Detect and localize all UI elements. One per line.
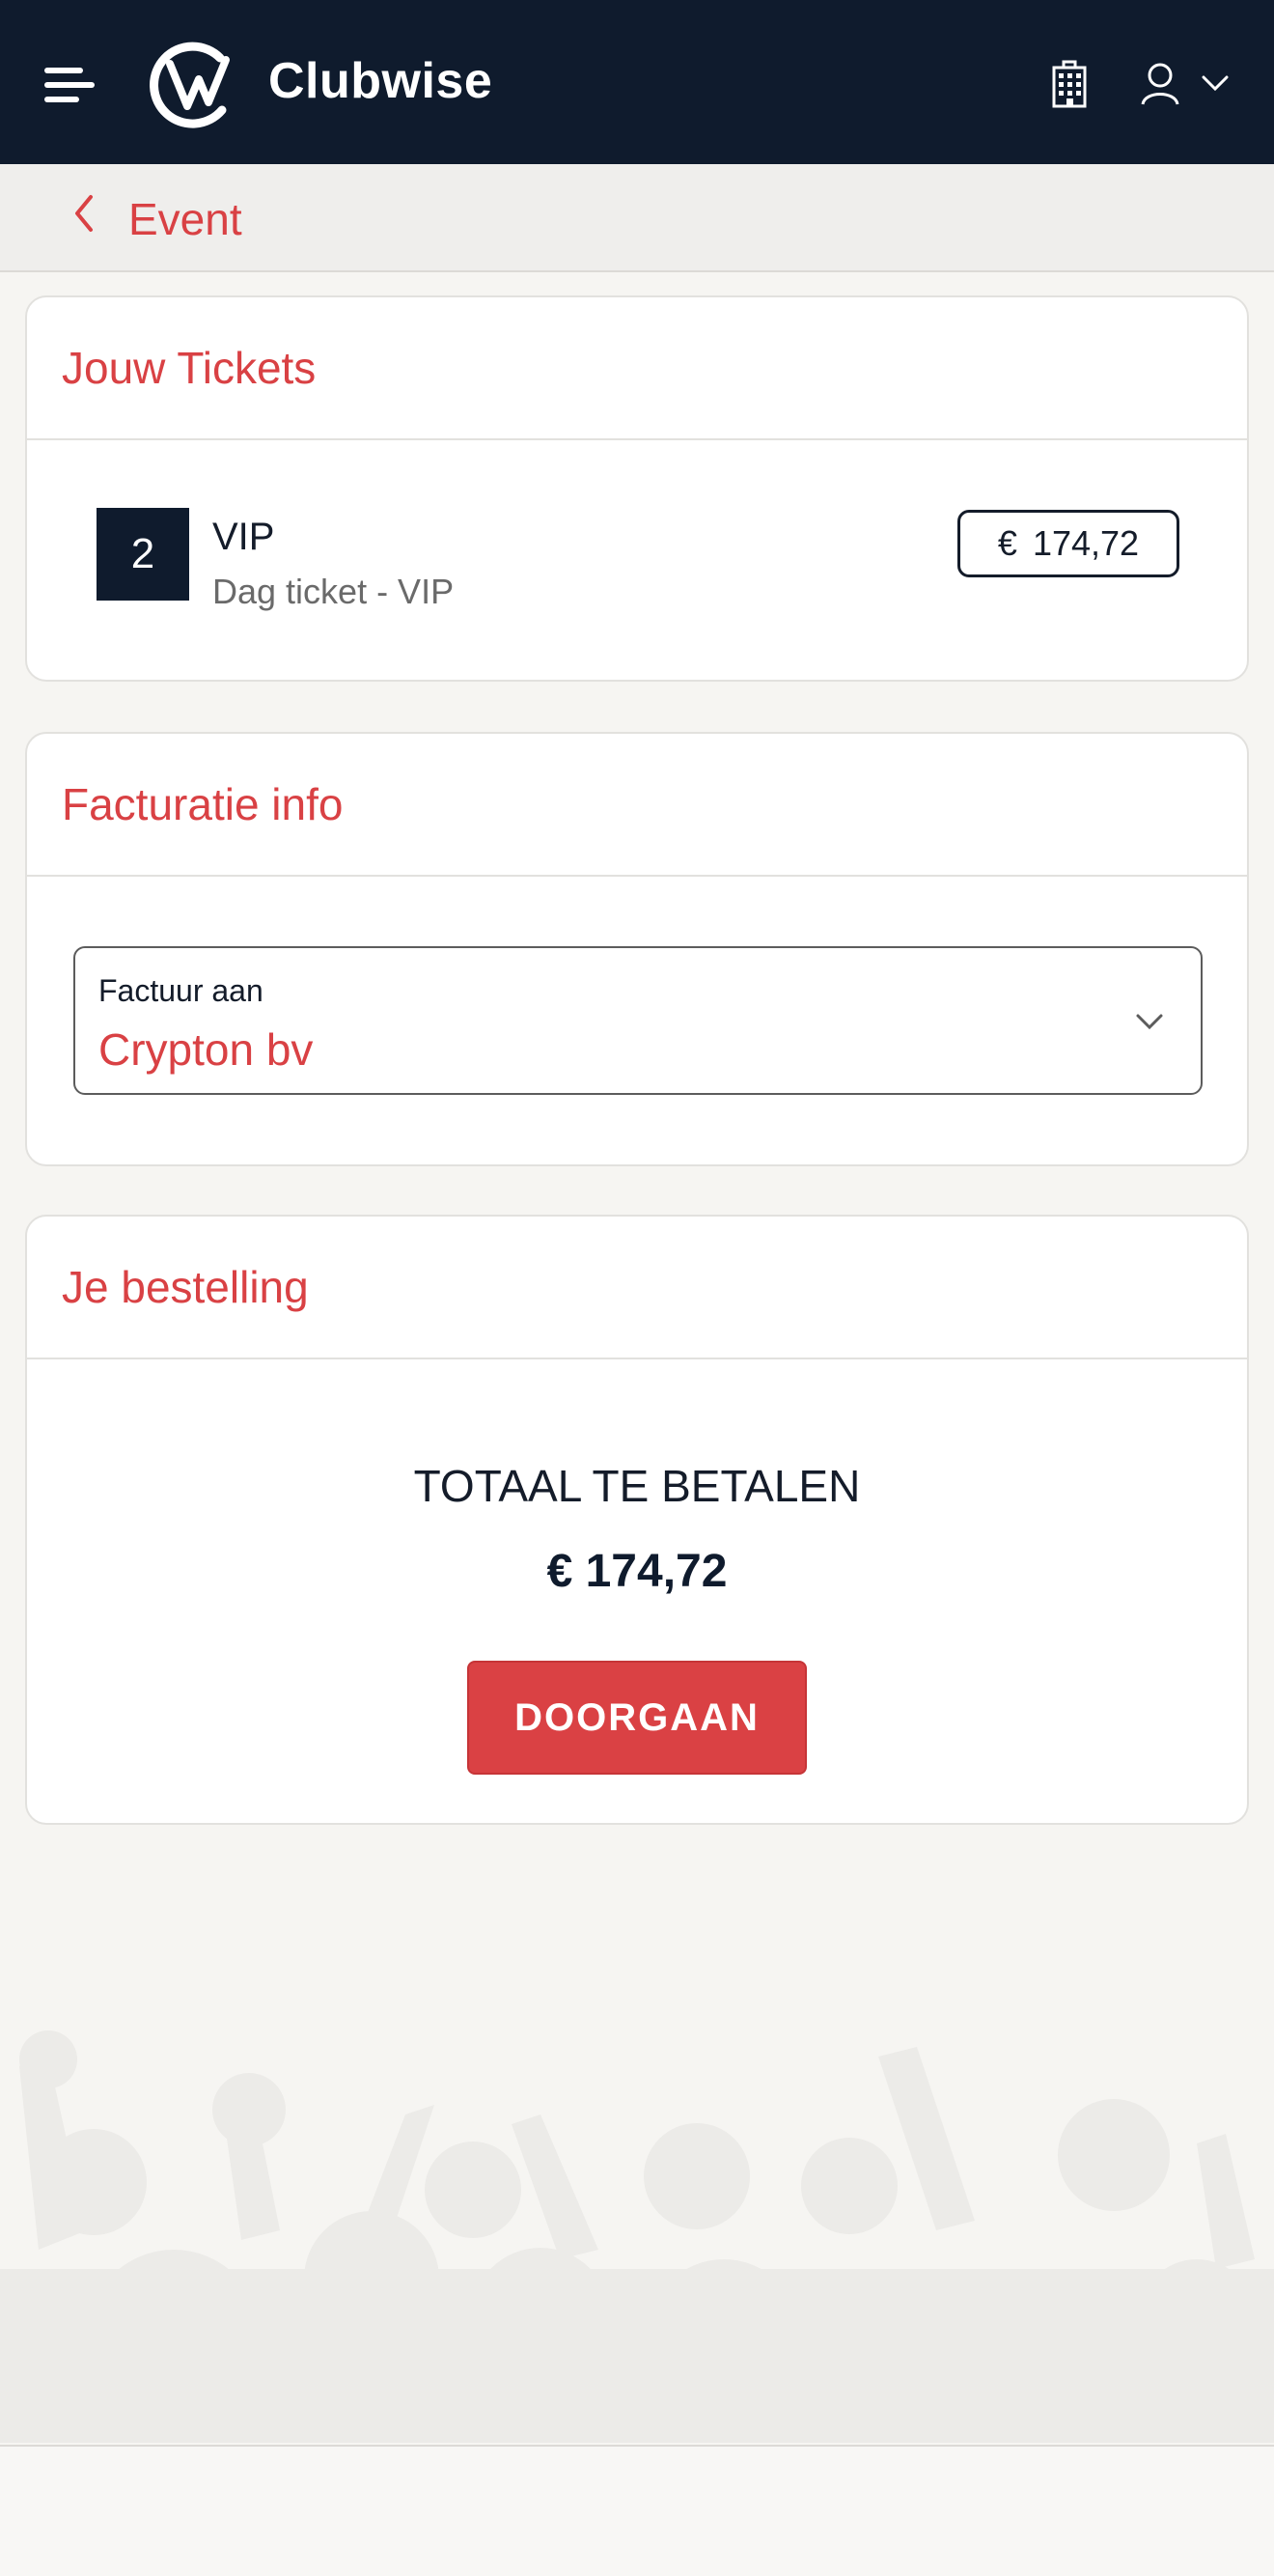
ticket-quantity-badge: 2 (97, 508, 189, 601)
invoice-recipient-select[interactable]: Factuur aan Crypton bv (73, 946, 1203, 1095)
brand-name: Clubwise (268, 53, 493, 109)
back-link[interactable]: Event (128, 193, 242, 245)
ticket-price-badge: € 174,72 (957, 510, 1179, 577)
order-card: Je bestelling TOTAAL TE BETALEN € 174,72… (25, 1215, 1249, 1825)
order-card-title: Je bestelling (62, 1262, 309, 1312)
clubwise-logo[interactable] (145, 35, 237, 131)
crowd-background-illustration (0, 1815, 1274, 2443)
chevron-down-icon[interactable] (1201, 73, 1230, 93)
continue-button[interactable]: DOORGAAN (467, 1661, 807, 1775)
chevron-down-icon (1136, 1014, 1163, 1030)
billing-card-title: Facturatie info (62, 779, 344, 829)
tickets-card-header: Jouw Tickets (27, 297, 1247, 440)
footer-area (0, 2447, 1274, 2576)
building-icon[interactable] (1048, 60, 1091, 108)
invoice-recipient-label: Factuur aan (98, 973, 263, 1008)
order-card-header: Je bestelling (27, 1217, 1247, 1359)
tickets-card-title: Jouw Tickets (62, 343, 317, 393)
ticket-price: 174,72 (1032, 523, 1140, 563)
top-navigation-bar: Clubwise (0, 0, 1274, 164)
back-navigation-bar: Event (0, 164, 1274, 272)
billing-card: Facturatie info Factuur aan Crypton bv (25, 732, 1249, 1166)
user-icon[interactable] (1139, 62, 1181, 106)
tickets-card: Jouw Tickets 2 VIP Dag ticket - VIP € 17… (25, 295, 1249, 682)
ticket-name: VIP (212, 516, 275, 558)
total-amount: € 174,72 (546, 1546, 728, 1597)
chevron-left-icon[interactable] (69, 191, 97, 236)
euro-icon: € (997, 523, 1017, 563)
menu-icon[interactable] (42, 64, 97, 106)
ticket-description: Dag ticket - VIP (212, 572, 455, 611)
total-label: TOTAAL TE BETALEN (413, 1461, 861, 1511)
invoice-recipient-value: Crypton bv (98, 1024, 314, 1075)
billing-card-header: Facturatie info (27, 734, 1247, 877)
